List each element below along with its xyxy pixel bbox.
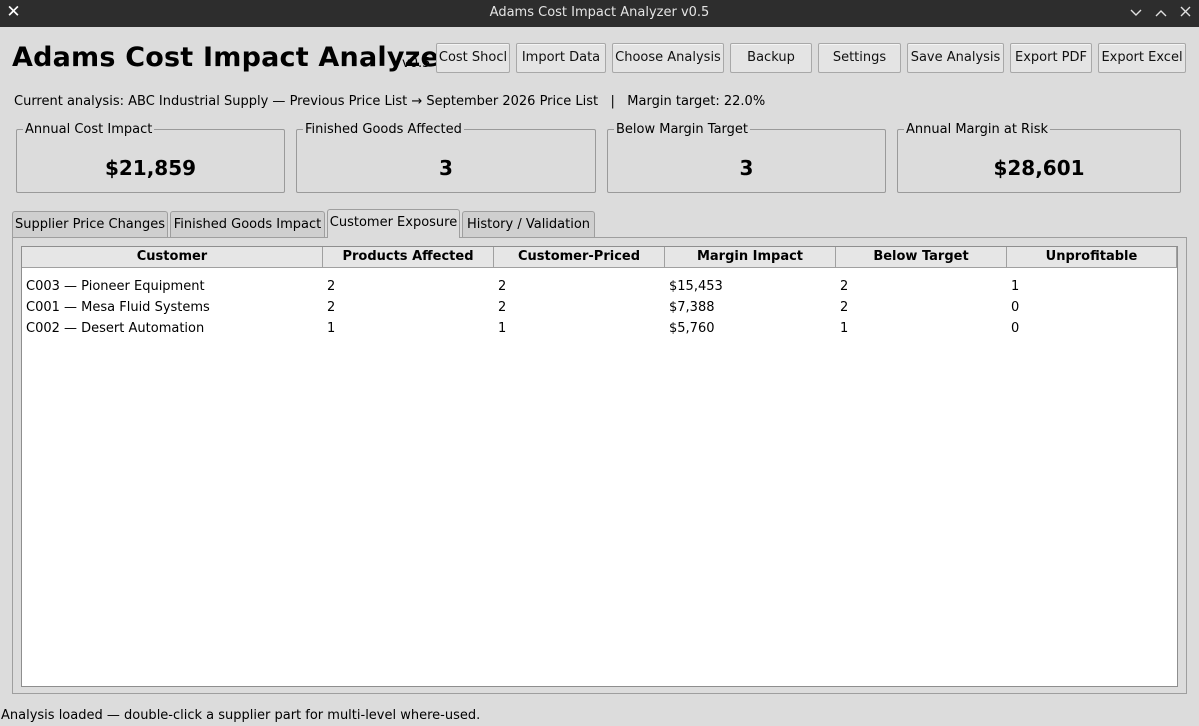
table-header: Customer Products Affected Customer-Pric… [22, 247, 1177, 268]
settings-button[interactable]: Settings [818, 43, 901, 73]
customer-exposure-panel: Customer Products Affected Customer-Pric… [12, 237, 1187, 694]
status-bar: Analysis loaded — double-click a supplie… [1, 708, 481, 723]
cell-customer: C001 — Mesa Fluid Systems [26, 300, 210, 315]
export-excel-button[interactable]: Export Excel [1098, 43, 1186, 73]
column-header-unprofitable[interactable]: Unprofitable [1007, 247, 1177, 268]
cell-margin-impact: $7,388 [669, 300, 715, 315]
cell-products-affected: 2 [327, 300, 336, 315]
tab-supplier-price-changes[interactable]: Supplier Price Changes [12, 211, 168, 237]
choose-analysis-button[interactable]: Choose Analysis [612, 43, 724, 73]
cell-unprofitable: 1 [1011, 279, 1020, 294]
close-icon[interactable] [1175, 4, 1195, 22]
card-label: Finished Goods Affected [303, 122, 464, 137]
cell-products-affected: 1 [327, 321, 336, 336]
chevron-up-icon[interactable] [1151, 4, 1171, 22]
chevron-down-icon[interactable] [1126, 4, 1146, 22]
window-title: Adams Cost Impact Analyzer v0.5 [489, 5, 710, 20]
column-header-products-affected[interactable]: Products Affected [323, 247, 494, 268]
app-version: v0.5 [402, 56, 431, 71]
cell-customer-priced: 2 [498, 300, 507, 315]
card-value: 3 [439, 156, 453, 180]
tab-finished-goods-impact[interactable]: Finished Goods Impact [170, 211, 325, 237]
cell-margin-impact: $5,760 [669, 321, 715, 336]
card-value: $28,601 [993, 156, 1085, 180]
cost-shock-button[interactable]: Cost Shocl [436, 43, 510, 73]
table-row[interactable]: C001 — Mesa Fluid Systems 2 2 $7,388 2 0 [22, 297, 1177, 318]
cell-margin-impact: $15,453 [669, 279, 723, 294]
cell-below-target: 1 [840, 321, 849, 336]
cell-unprofitable: 0 [1011, 321, 1020, 336]
tab-customer-exposure[interactable]: Customer Exposure [327, 209, 460, 238]
column-header-below-target[interactable]: Below Target [836, 247, 1007, 268]
cell-unprofitable: 0 [1011, 300, 1020, 315]
column-header-customer-priced[interactable]: Customer-Priced [494, 247, 665, 268]
cell-customer: C003 — Pioneer Equipment [26, 279, 205, 294]
finished-goods-affected-card: Finished Goods Affected 3 [296, 122, 596, 193]
column-header-margin-impact[interactable]: Margin Impact [665, 247, 836, 268]
current-analysis-info: Current analysis: ABC Industrial Supply … [14, 94, 766, 109]
cell-below-target: 2 [840, 300, 849, 315]
card-label: Annual Margin at Risk [904, 122, 1050, 137]
backup-button[interactable]: Backup [730, 43, 812, 73]
table-row[interactable]: C003 — Pioneer Equipment 2 2 $15,453 2 1 [22, 276, 1177, 297]
import-data-button[interactable]: Import Data [516, 43, 606, 73]
column-header-customer[interactable]: Customer [22, 247, 323, 268]
card-label: Below Margin Target [614, 122, 750, 137]
card-value: 3 [739, 156, 754, 180]
app-window: ✕ Adams Cost Impact Analyzer v0.5 Adams … [0, 0, 1199, 726]
table-row[interactable]: C002 — Desert Automation 1 1 $5,760 1 0 [22, 318, 1177, 339]
app-title: Adams Cost Impact Analyzer [12, 42, 453, 73]
cell-products-affected: 2 [327, 279, 336, 294]
annual-cost-impact-card: Annual Cost Impact $21,859 [16, 122, 285, 193]
card-label: Annual Cost Impact [23, 122, 155, 137]
save-analysis-button[interactable]: Save Analysis [907, 43, 1004, 73]
title-bar: ✕ Adams Cost Impact Analyzer v0.5 [0, 0, 1199, 27]
below-margin-target-card: Below Margin Target 3 [607, 122, 886, 193]
cell-customer-priced: 1 [498, 321, 507, 336]
customer-exposure-table[interactable]: Customer Products Affected Customer-Pric… [21, 246, 1178, 687]
card-value: $21,859 [104, 156, 197, 180]
export-pdf-button[interactable]: Export PDF [1010, 43, 1092, 73]
cell-below-target: 2 [840, 279, 849, 294]
cell-customer-priced: 2 [498, 279, 507, 294]
cell-customer: C002 — Desert Automation [26, 321, 205, 336]
tab-history-validation[interactable]: History / Validation [462, 211, 595, 237]
annual-margin-at-risk-card: Annual Margin at Risk $28,601 [897, 122, 1181, 193]
